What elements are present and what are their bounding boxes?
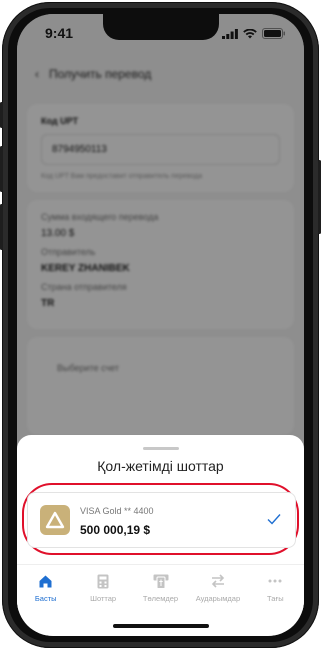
status-icons — [222, 26, 286, 44]
tab-more-label: Тағы — [267, 594, 284, 603]
tab-transfers[interactable]: Аударымдар — [189, 565, 246, 611]
account-name: VISA Gold ** 4400 — [80, 506, 154, 516]
battery-icon — [262, 26, 286, 44]
notch — [103, 14, 219, 40]
home-icon — [38, 573, 53, 589]
tab-accounts[interactable]: Шоттар — [74, 565, 131, 611]
tab-more[interactable]: Тағы — [247, 565, 304, 611]
tab-payments[interactable]: Төлемдер — [132, 565, 189, 611]
tab-bar: Басты Шоттар Төлемдер Аударымдар Тағы — [17, 564, 304, 611]
status-bar: 9:41 — [17, 14, 304, 52]
card-logo-icon — [40, 505, 70, 535]
checkmark-icon — [267, 512, 281, 530]
sheet-grabber[interactable] — [143, 447, 179, 450]
home-indicator[interactable] — [113, 624, 209, 628]
transfers-icon — [210, 573, 226, 589]
volume-up-button — [0, 146, 3, 192]
wifi-icon — [243, 26, 257, 44]
accounts-icon — [97, 573, 109, 589]
more-icon — [268, 573, 282, 589]
tab-home-label: Басты — [34, 594, 57, 603]
tab-accounts-label: Шоттар — [90, 594, 117, 603]
screen: ‹ Получить перевод Код UPT 8794950113 Ко… — [17, 14, 304, 636]
tab-home[interactable]: Басты — [17, 565, 74, 611]
payments-icon — [153, 573, 169, 589]
tab-transfers-label: Аударымдар — [195, 594, 241, 603]
cellular-signal-icon — [222, 26, 238, 44]
tab-payments-label: Төлемдер — [142, 594, 179, 603]
account-balance: 500 000,19 $ — [80, 523, 151, 537]
sheet-title: Қол-жетімді шоттар — [97, 458, 224, 474]
status-time: 9:41 — [45, 25, 74, 41]
volume-down-button — [0, 204, 3, 250]
mute-switch — [0, 102, 3, 128]
account-option[interactable]: VISA Gold ** 4400 500 000,19 $ — [27, 492, 296, 548]
